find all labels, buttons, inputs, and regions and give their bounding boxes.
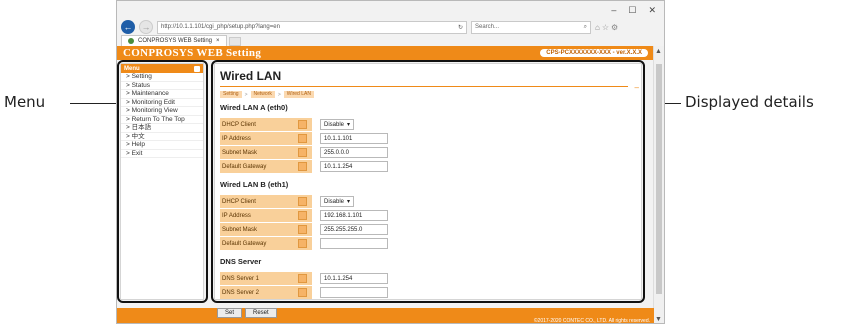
page: Menu Displayed details – ☐ ✕ ← → http://… [0, 0, 855, 324]
browser-window: – ☐ ✕ ← → http://10.1.1.101/cgi_php/setu… [116, 0, 665, 324]
app-title: CONPROSYS WEB Setting [123, 47, 262, 59]
close-icon[interactable]: ✕ [648, 5, 656, 16]
tab-title: CONPROSYS WEB Setting [138, 38, 213, 44]
favicon-icon [128, 38, 134, 44]
tab-close-icon[interactable]: × [216, 38, 220, 44]
window-titlebar: – ☐ ✕ [117, 1, 664, 19]
scroll-thumb[interactable] [656, 64, 662, 294]
callout-menu-label: Menu [4, 93, 46, 111]
scrollbar[interactable]: ▲ ▼ [653, 46, 664, 323]
search-input[interactable]: Search... ⌕ [471, 20, 591, 34]
forward-button[interactable]: → [139, 20, 153, 34]
back-button[interactable]: ← [121, 20, 135, 34]
search-icon[interactable]: ⌕ [584, 24, 587, 31]
new-tab-button[interactable] [228, 37, 241, 46]
tab-strip: CONPROSYS WEB Setting × [117, 35, 664, 46]
set-button[interactable]: Set [217, 308, 243, 318]
model-badge: CPS-PCXXXXXXX-XXX - ver.X.X.X [540, 49, 648, 57]
footer-bar: Set Reset ©2017-2020 CONTEC CO., LTD. Al… [117, 308, 654, 324]
details-highlight-frame [211, 60, 645, 303]
app-header: CONPROSYS WEB Setting CPS-PCXXXXXXX-XXX … [117, 46, 654, 60]
url-text: http://10.1.1.101/cgi_php/setup.php?lang… [161, 24, 280, 30]
maximize-icon[interactable]: ☐ [628, 5, 636, 16]
toolbar-icons[interactable]: ⌂☆⚙ [595, 23, 620, 32]
scroll-down-icon[interactable]: ▼ [655, 316, 662, 323]
callout-menu-line [70, 103, 120, 104]
address-bar[interactable]: http://10.1.1.101/cgi_php/setup.php?lang… [157, 20, 467, 34]
search-placeholder: Search... [475, 24, 500, 30]
copyright-text: ©2017-2020 CONTEC CO., LTD. All rights r… [533, 318, 650, 324]
tab-conprosys[interactable]: CONPROSYS WEB Setting × [121, 35, 227, 46]
minimize-icon[interactable]: – [611, 5, 616, 15]
callout-details-label: Displayed details [685, 93, 814, 111]
scroll-up-icon[interactable]: ▲ [655, 48, 662, 55]
footer-buttons: Set Reset [217, 308, 277, 318]
refresh-icon[interactable]: ↻ [458, 24, 463, 31]
address-row: ← → http://10.1.1.101/cgi_php/setup.php?… [117, 19, 664, 35]
reset-button[interactable]: Reset [245, 308, 277, 318]
menu-highlight-frame [117, 60, 208, 303]
